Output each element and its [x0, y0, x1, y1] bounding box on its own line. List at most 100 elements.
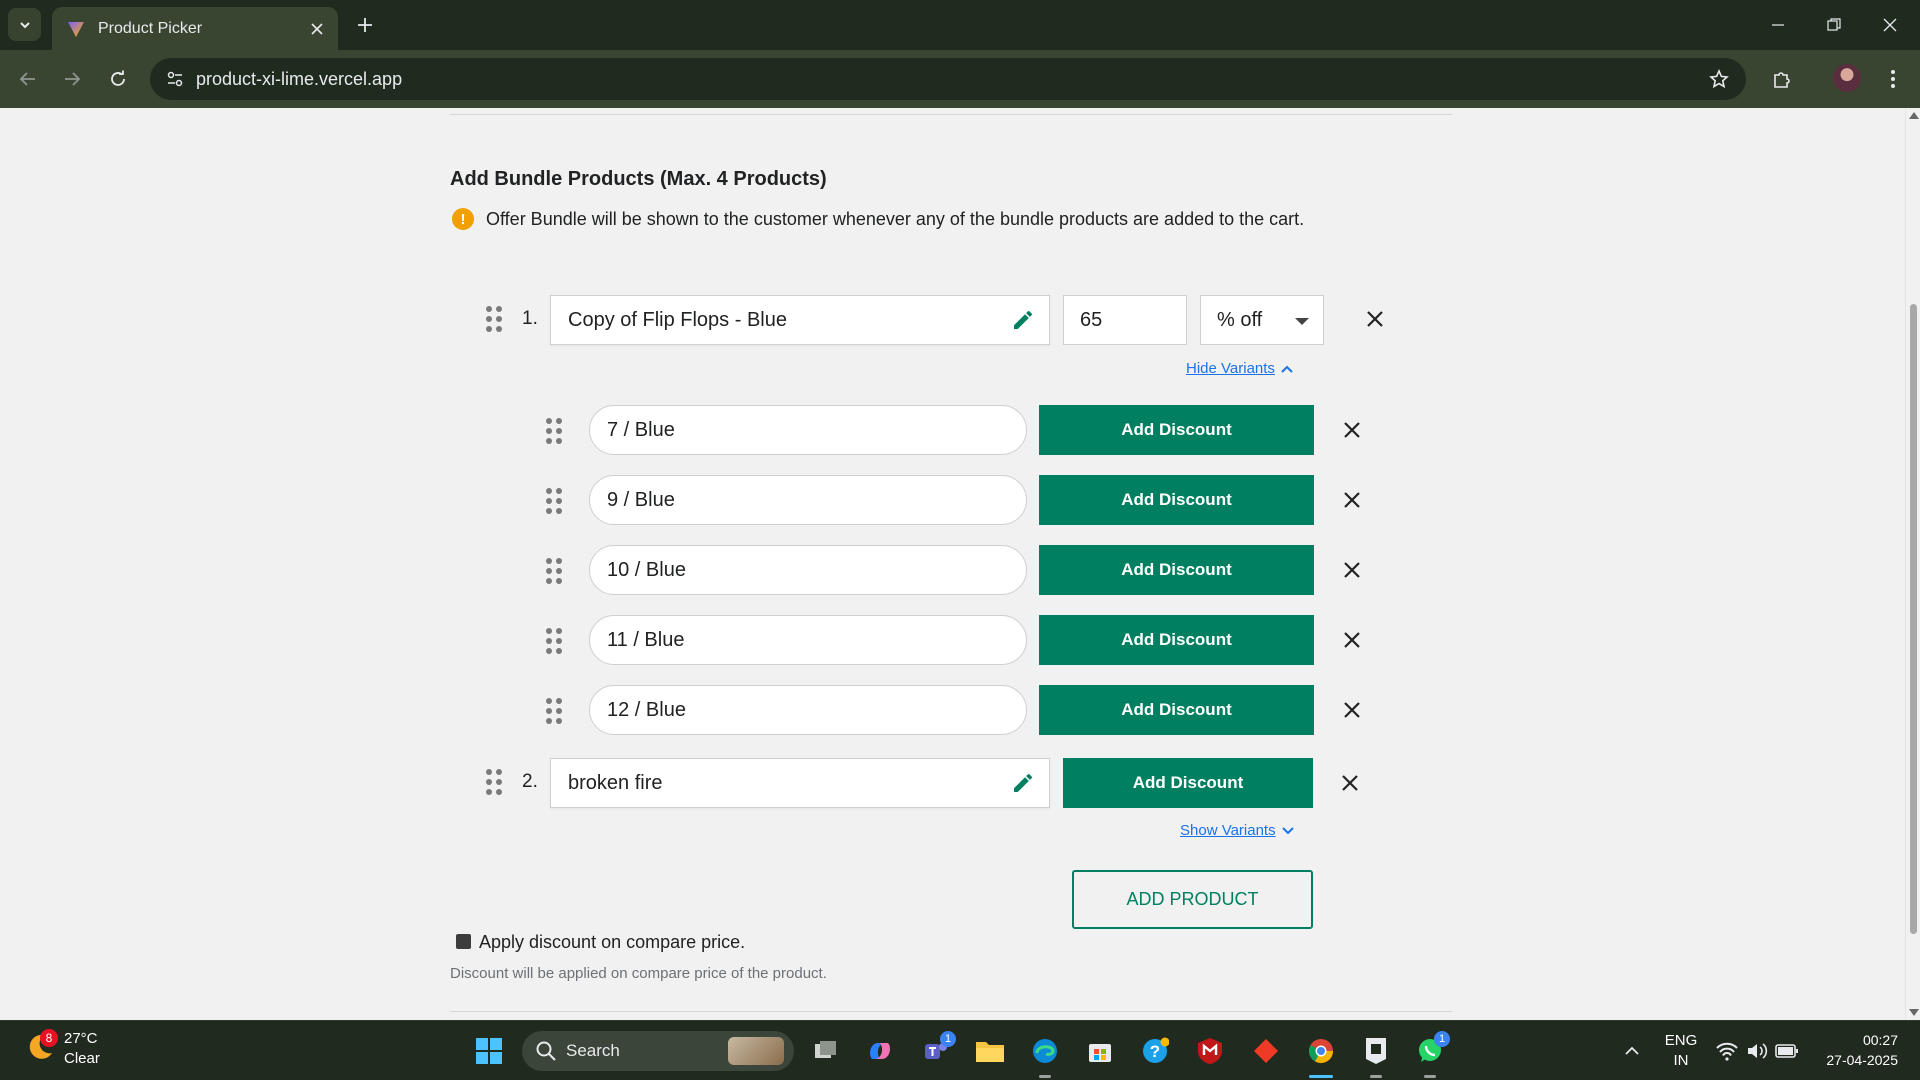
star-icon — [1709, 69, 1729, 89]
site-info-button[interactable] — [160, 64, 190, 94]
extensions-button[interactable] — [1766, 63, 1798, 95]
folder-icon — [976, 1042, 1004, 1062]
chevron-down-icon — [19, 21, 30, 28]
drag-handle-icon[interactable] — [546, 698, 562, 724]
restore-button[interactable] — [1806, 0, 1862, 50]
start-button[interactable] — [473, 1035, 505, 1067]
minimize-button[interactable] — [1750, 0, 1806, 50]
microsoft-store-button[interactable] — [1084, 1035, 1116, 1067]
browser-menu-button[interactable] — [1877, 63, 1909, 95]
close-icon — [1344, 702, 1360, 718]
variant-name-field[interactable]: 11 / Blue — [589, 615, 1027, 665]
warning-icon: ! — [452, 208, 474, 230]
tab-search-button[interactable] — [8, 8, 41, 41]
remove-product-button[interactable] — [1336, 769, 1364, 797]
bookmark-button[interactable] — [1704, 64, 1734, 94]
scrollbar-thumb[interactable] — [1910, 304, 1917, 934]
copilot-button[interactable] — [864, 1035, 896, 1067]
close-window-button[interactable] — [1862, 0, 1918, 50]
discount-type-select[interactable]: % off — [1200, 295, 1324, 345]
taskbar-search[interactable]: Search — [522, 1031, 794, 1071]
remove-variant-button[interactable] — [1338, 626, 1366, 654]
add-product-button[interactable]: ADD PRODUCT — [1072, 870, 1313, 929]
new-tab-button[interactable] — [350, 10, 380, 40]
drag-handle-icon[interactable] — [546, 558, 562, 584]
page-title: Add Bundle Products (Max. 4 Products) — [450, 168, 827, 190]
search-label: Search — [566, 1041, 620, 1060]
hide-variants-link[interactable]: Hide Variants — [1186, 360, 1293, 377]
edge-button[interactable] — [1029, 1035, 1061, 1067]
edit-pencil-icon[interactable] — [1011, 308, 1035, 332]
scroll-up-icon[interactable] — [1909, 112, 1919, 119]
variant-name-field[interactable]: 9 / Blue — [589, 475, 1027, 525]
mcafee-button[interactable] — [1194, 1035, 1226, 1067]
epic-running-indicator — [1370, 1075, 1382, 1078]
clock-date: 27-04-2025 — [1826, 1052, 1898, 1068]
back-button[interactable] — [12, 63, 44, 95]
compare-price-help: Discount will be applied on compare pric… — [450, 965, 827, 982]
product-name-field[interactable]: broken fire — [550, 758, 1050, 808]
chrome-active-indicator — [1309, 1075, 1333, 1078]
browser-tab-bar: Product Picker — [0, 0, 1920, 50]
help-icon: ? — [1143, 1037, 1169, 1063]
network-button[interactable] — [1711, 1035, 1743, 1067]
add-discount-button[interactable]: Add Discount — [1039, 615, 1314, 665]
compare-price-checkbox[interactable] — [456, 934, 471, 949]
anydesk-button[interactable] — [1250, 1035, 1282, 1067]
variant-name-field[interactable]: 7 / Blue — [589, 405, 1027, 455]
show-hidden-icons-button[interactable] — [1616, 1035, 1648, 1067]
product-name: Copy of Flip Flops - Blue — [568, 308, 787, 331]
restore-icon — [1827, 18, 1841, 31]
remove-variant-button[interactable] — [1338, 696, 1366, 724]
system-clock[interactable]: 00:27 27-04-2025 — [1826, 1030, 1898, 1070]
drag-handle-icon[interactable] — [486, 769, 502, 795]
scroll-down-icon[interactable] — [1909, 1009, 1919, 1016]
language-line-1[interactable]: ENG — [1664, 1032, 1698, 1049]
product-index: 2. — [522, 771, 538, 792]
forward-button[interactable] — [56, 63, 88, 95]
edge-running-indicator — [1039, 1075, 1051, 1078]
add-discount-button[interactable]: Add Discount — [1039, 545, 1314, 595]
task-view-button[interactable] — [810, 1035, 842, 1067]
discount-value-input[interactable]: 65 — [1063, 295, 1187, 345]
get-help-button[interactable]: ? — [1139, 1035, 1171, 1067]
add-discount-button[interactable]: Add Discount — [1039, 685, 1314, 735]
variant-name-field[interactable]: 10 / Blue — [589, 545, 1027, 595]
teams-badge: 1 — [940, 1031, 956, 1047]
variant-name-field[interactable]: 12 / Blue — [589, 685, 1027, 735]
profile-avatar[interactable] — [1833, 64, 1861, 92]
remove-product-button[interactable] — [1361, 305, 1389, 333]
tab-close-button[interactable] — [302, 14, 332, 44]
product-name-field[interactable]: Copy of Flip Flops - Blue — [550, 295, 1050, 345]
drag-handle-icon[interactable] — [546, 628, 562, 654]
volume-button[interactable] — [1741, 1035, 1773, 1067]
svg-text:?: ? — [1150, 1042, 1160, 1061]
address-bar[interactable]: product-xi-lime.vercel.app — [150, 58, 1746, 100]
remove-variant-button[interactable] — [1338, 416, 1366, 444]
whatsapp-badge: 1 — [1434, 1031, 1450, 1047]
browser-toolbar: product-xi-lime.vercel.app — [0, 50, 1920, 108]
remove-variant-button[interactable] — [1338, 556, 1366, 584]
drag-handle-icon[interactable] — [546, 418, 562, 444]
file-explorer-button[interactable] — [974, 1035, 1006, 1067]
add-discount-button[interactable]: Add Discount — [1039, 405, 1314, 455]
add-discount-button[interactable]: Add Discount — [1063, 758, 1313, 808]
url-text: product-xi-lime.vercel.app — [196, 69, 403, 89]
close-icon — [1344, 492, 1360, 508]
reload-icon — [111, 70, 125, 86]
divider — [450, 1011, 1452, 1012]
drag-handle-icon[interactable] — [546, 488, 562, 514]
drag-handle-icon[interactable] — [486, 306, 502, 332]
epic-games-button[interactable] — [1360, 1035, 1392, 1067]
show-variants-link[interactable]: Show Variants — [1180, 822, 1294, 839]
browser-tab[interactable]: Product Picker — [52, 7, 338, 50]
remove-variant-button[interactable] — [1338, 486, 1366, 514]
page-scrollbar[interactable] — [1905, 108, 1920, 1020]
chrome-button[interactable] — [1305, 1035, 1337, 1067]
add-discount-button[interactable]: Add Discount — [1039, 475, 1314, 525]
edit-pencil-icon[interactable] — [1011, 771, 1035, 795]
battery-button[interactable] — [1771, 1035, 1803, 1067]
page-content: Add Bundle Products (Max. 4 Products) ! … — [0, 108, 1905, 1020]
arrow-left-icon — [19, 72, 35, 86]
reload-button[interactable] — [102, 63, 134, 95]
